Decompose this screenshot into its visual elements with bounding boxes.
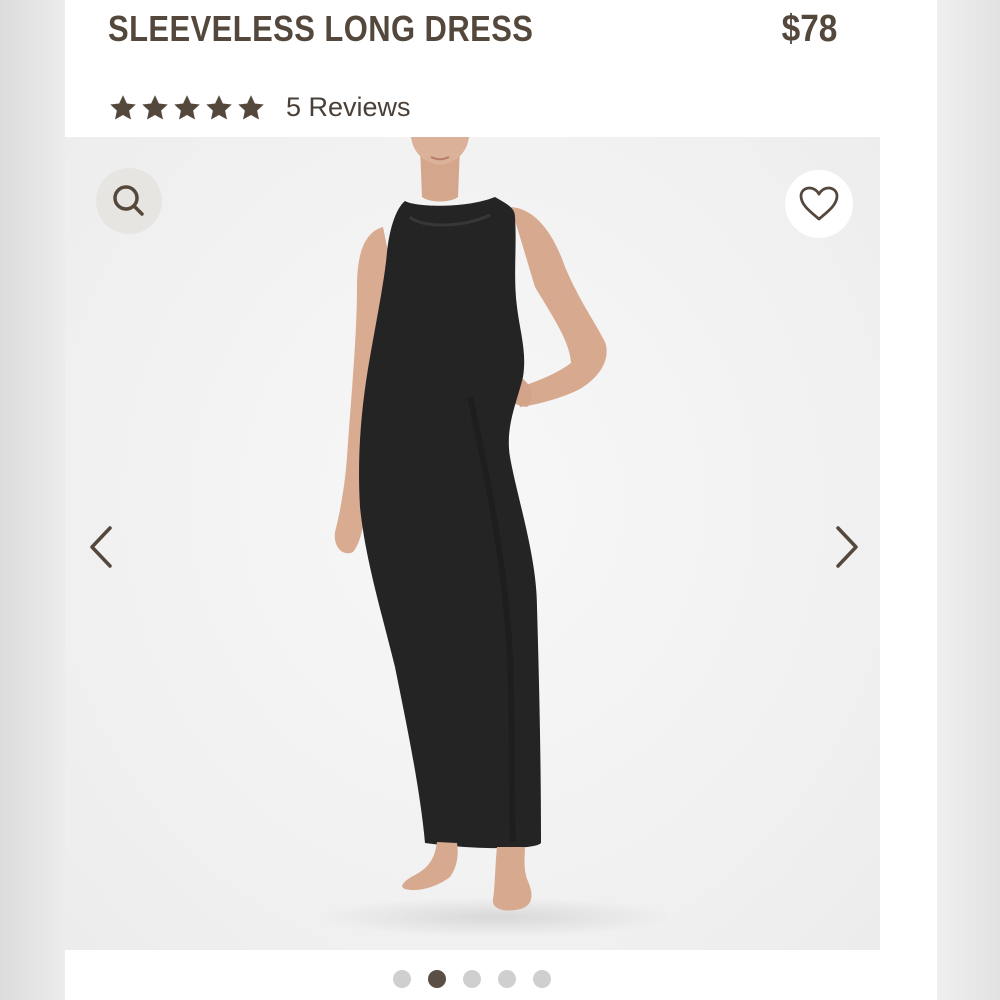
product-image-gallery[interactable] [65, 137, 880, 950]
star-icon [174, 94, 200, 119]
next-image-button[interactable] [827, 522, 867, 572]
pagination-dot[interactable] [393, 970, 411, 988]
chevron-right-icon [836, 526, 858, 568]
search-button[interactable] [96, 168, 162, 234]
star-icon [206, 94, 232, 119]
favorite-button[interactable] [785, 170, 853, 238]
product-card: SLEEVELESS LONG DRESS $78 5 Reviews [65, 0, 937, 1000]
right-background [937, 0, 1000, 1000]
heart-icon [799, 186, 839, 221]
star-rating [108, 93, 266, 123]
model-left-foot [402, 842, 458, 891]
model-face [411, 137, 469, 165]
pagination-dot[interactable] [463, 970, 481, 988]
left-background [0, 0, 65, 1000]
star-icon [238, 94, 264, 119]
star-icon [110, 94, 136, 119]
rating-row[interactable]: 5 Reviews [108, 92, 411, 123]
product-title: SLEEVELESS LONG DRESS [108, 8, 534, 49]
product-price: $78 [781, 8, 837, 50]
image-pagination [393, 970, 551, 988]
model-right-arm [511, 207, 607, 407]
product-image [334, 137, 607, 911]
previous-image-button[interactable] [81, 522, 121, 572]
chevron-left-icon [90, 526, 112, 568]
pagination-dot[interactable] [533, 970, 551, 988]
star-icon [142, 94, 168, 119]
pagination-dot[interactable] [498, 970, 516, 988]
model-right-foot [492, 847, 532, 911]
reviews-link[interactable]: 5 Reviews [286, 92, 411, 123]
search-icon [113, 185, 144, 216]
pagination-dot-active[interactable] [428, 970, 446, 988]
